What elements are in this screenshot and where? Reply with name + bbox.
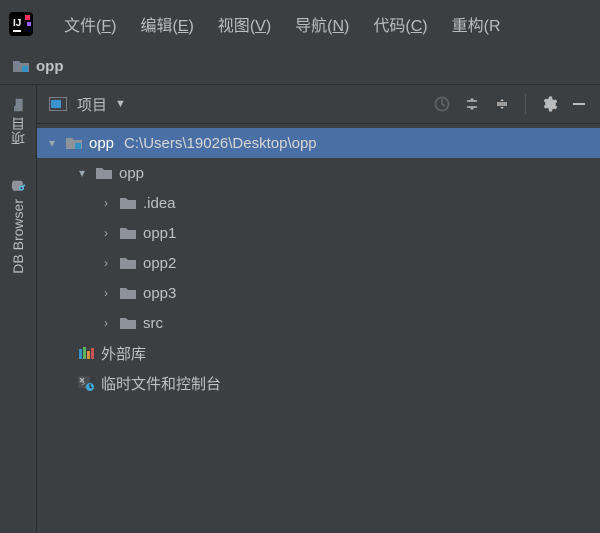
expand-all-icon[interactable] — [461, 93, 483, 115]
menu-view[interactable]: 视图(V) — [206, 6, 283, 42]
tree-node-label: opp — [119, 165, 144, 182]
folder-icon — [119, 196, 137, 210]
tree-node[interactable]: › opp1 — [37, 218, 600, 248]
chevron-right-icon[interactable]: › — [99, 286, 113, 300]
chevron-right-icon[interactable]: › — [99, 316, 113, 330]
menu-refactor[interactable]: 重构(R — [440, 6, 513, 42]
menu-edit[interactable]: 编辑(E) — [128, 6, 205, 42]
chevron-right-icon[interactable]: › — [99, 226, 113, 240]
chevron-down-icon[interactable]: ▾ — [75, 166, 89, 180]
gear-icon[interactable] — [538, 93, 560, 115]
breadcrumb-project[interactable]: opp — [36, 58, 64, 75]
tree-node[interactable]: › .idea — [37, 188, 600, 218]
libraries-icon — [77, 345, 95, 361]
collapse-all-icon[interactable] — [491, 93, 513, 115]
menu-file[interactable]: 文件(F) — [52, 6, 128, 42]
folder-icon — [119, 316, 137, 330]
folder-icon — [95, 166, 113, 180]
tree-node-path: C:\Users\19026\Desktop\opp — [124, 135, 317, 152]
folder-icon — [119, 256, 137, 270]
module-folder-icon — [65, 136, 83, 150]
tree-node-label: .idea — [143, 195, 176, 212]
folder-icon — [12, 98, 24, 112]
database-icon — [11, 179, 25, 193]
hide-icon[interactable] — [568, 93, 590, 115]
project-view-icon — [47, 93, 69, 115]
chevron-down-icon[interactable]: ▼ — [115, 98, 126, 110]
tree-node[interactable]: › src — [37, 308, 600, 338]
folder-icon — [119, 286, 137, 300]
project-panel-header: 项目 ▼ — [37, 85, 600, 124]
tree-node-label: opp3 — [143, 285, 176, 302]
menu-code[interactable]: 代码(C) — [361, 6, 439, 42]
main-menu-bar: IJ 文件(F) 编辑(E) 视图(V) 导航(N) 代码(C) 重构(R — [0, 0, 600, 48]
toolwindow-button-project[interactable]: 项目 — [8, 91, 28, 153]
chevron-right-icon[interactable]: › — [99, 256, 113, 270]
project-tool-window: 项目 ▼ ▾ — [37, 85, 600, 533]
folder-icon — [119, 226, 137, 240]
svg-text:IJ: IJ — [13, 18, 21, 29]
tree-node-label: 外部库 — [101, 343, 146, 364]
tree-node[interactable]: ▾ opp — [37, 158, 600, 188]
chevron-right-icon[interactable]: › — [99, 196, 113, 210]
tree-node-scratches[interactable]: › >_ 临时文件和控制台 — [37, 368, 600, 398]
toolwindow-button-label: 项目 — [8, 117, 28, 145]
project-tree[interactable]: ▾ opp C:\Users\19026\Desktop\opp ▾ opp › — [37, 124, 600, 398]
toolwindow-button-dbbrowser[interactable]: DB Browser — [10, 171, 26, 282]
chevron-down-icon[interactable]: ▾ — [45, 136, 59, 150]
tree-node[interactable]: › opp3 — [37, 278, 600, 308]
separator — [525, 94, 526, 114]
tool-window-left-stripe: 项目 DB Browser — [0, 85, 37, 533]
main-content: 项目 DB Browser — [0, 85, 600, 533]
scratches-icon: >_ — [77, 375, 95, 391]
tree-node-label: opp2 — [143, 255, 176, 272]
toolwindow-button-label: DB Browser — [10, 199, 26, 274]
tree-node-label: opp — [89, 135, 114, 152]
menu-navigate[interactable]: 导航(N) — [283, 6, 361, 42]
tree-node-label: opp1 — [143, 225, 176, 242]
select-opened-file-icon[interactable] — [431, 93, 453, 115]
navigation-bar: opp — [0, 48, 600, 85]
tree-node-label: 临时文件和控制台 — [101, 373, 221, 394]
tree-node-root[interactable]: ▾ opp C:\Users\19026\Desktop\opp — [37, 128, 600, 158]
tree-node[interactable]: › opp2 — [37, 248, 600, 278]
tree-node-label: src — [143, 315, 163, 332]
module-folder-icon — [12, 58, 30, 74]
project-view-title[interactable]: 项目 — [77, 94, 107, 115]
tree-node-external-libraries[interactable]: › 外部库 — [37, 338, 600, 368]
app-logo: IJ — [8, 11, 34, 37]
